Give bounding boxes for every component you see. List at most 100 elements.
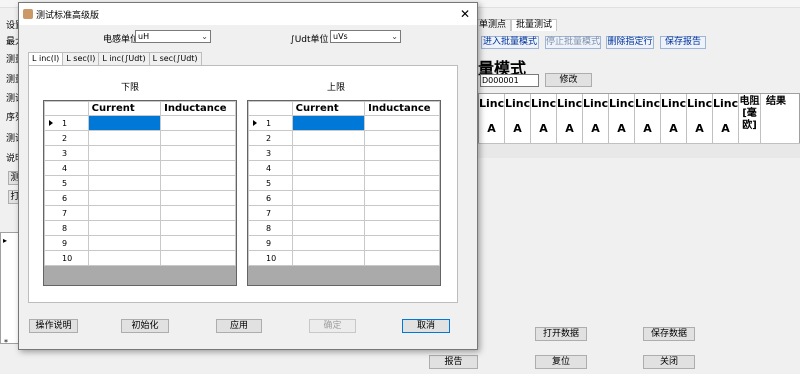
enter-batch-mode-button[interactable]: 进入批量模式 <box>481 36 539 49</box>
save-data-button[interactable]: 保存数据 <box>643 327 695 341</box>
current-cell[interactable] <box>291 190 366 206</box>
apply-button[interactable]: 应用 <box>216 319 262 333</box>
row-header[interactable]: 1 <box>44 115 89 131</box>
inductance-cell[interactable] <box>160 175 236 191</box>
column-header-inductance: Inductance <box>364 101 440 116</box>
reset-button[interactable]: 复位 <box>535 355 587 369</box>
inductance-cell[interactable] <box>160 160 236 176</box>
current-cell[interactable] <box>291 175 366 191</box>
batch-code-input[interactable]: D000001 <box>480 74 539 87</box>
current-cell[interactable] <box>87 235 162 251</box>
integral-unit-label: ∫Udt单位 <box>290 35 329 45</box>
bg-left-grid-new-row: * <box>4 338 8 347</box>
row-header[interactable]: 10 <box>248 250 293 266</box>
app-icon <box>23 9 33 19</box>
row-header[interactable]: 7 <box>248 205 293 221</box>
tab-lsec-i[interactable]: L sec(I) <box>62 52 100 66</box>
current-cell[interactable] <box>291 160 366 176</box>
row-header[interactable]: 3 <box>44 145 89 161</box>
table-row: 7 <box>248 205 440 221</box>
cancel-button[interactable]: 取消 <box>402 319 450 333</box>
open-data-button[interactable]: 打开数据 <box>535 327 587 341</box>
save-report-button[interactable]: 保存报告 <box>660 36 706 49</box>
inductance-cell[interactable] <box>160 190 236 206</box>
inductance-cell[interactable] <box>364 220 440 236</box>
close-button[interactable]: 关闭 <box>643 355 695 369</box>
inductance-cell[interactable] <box>160 145 236 161</box>
dialog-titlebar: 测试标准高级版 ✕ <box>19 3 477 25</box>
inductance-cell[interactable] <box>160 205 236 221</box>
inductance-unit-label: 电感单位 <box>103 35 140 45</box>
tab-single-point[interactable]: 单测点 <box>474 19 512 31</box>
table-row: 6 <box>44 190 236 206</box>
inductance-cell[interactable] <box>160 115 236 131</box>
current-cell[interactable] <box>291 115 366 131</box>
current-cell[interactable] <box>87 220 162 236</box>
row-header[interactable]: 4 <box>248 160 293 176</box>
current-cell[interactable] <box>291 220 366 236</box>
inductance-unit-select[interactable]: uH ⌄ <box>135 30 211 43</box>
current-cell[interactable] <box>291 205 366 221</box>
confirm-button[interactable]: 确定 <box>309 319 356 333</box>
row-header[interactable]: 2 <box>248 130 293 146</box>
inductance-cell[interactable] <box>364 175 440 191</box>
upper-limit-title: 上限 <box>327 83 346 93</box>
inductance-cell[interactable] <box>364 190 440 206</box>
row-header[interactable]: 7 <box>44 205 89 221</box>
inductance-cell[interactable] <box>364 130 440 146</box>
row-header[interactable]: 1 <box>248 115 293 131</box>
table-row: 5 <box>44 175 236 191</box>
table-row: 9 <box>44 235 236 251</box>
curve-tabs: L inc(I) L sec(I) L inc(∫Udt) L sec(∫Udt… <box>28 52 202 67</box>
current-cell[interactable] <box>291 235 366 251</box>
current-cell[interactable] <box>87 190 162 206</box>
inductance-cell[interactable] <box>364 205 440 221</box>
row-header[interactable]: 10 <box>44 250 89 266</box>
row-header[interactable]: 6 <box>248 190 293 206</box>
row-header[interactable]: 3 <box>248 145 293 161</box>
inductance-cell[interactable] <box>160 220 236 236</box>
current-cell[interactable] <box>291 130 366 146</box>
initialize-button[interactable]: 初始化 <box>121 319 169 333</box>
current-cell[interactable] <box>291 145 366 161</box>
chevron-down-icon: ⌄ <box>201 32 208 41</box>
current-cell[interactable] <box>87 160 162 176</box>
tab-lsec-udt[interactable]: L sec(∫Udt) <box>148 52 202 66</box>
current-cell[interactable] <box>87 205 162 221</box>
integral-unit-select[interactable]: uVs ⌄ <box>330 30 401 43</box>
inductance-cell[interactable] <box>160 250 236 266</box>
current-cell[interactable] <box>87 250 162 266</box>
close-icon[interactable]: ✕ <box>457 7 473 21</box>
table-row: 10 <box>248 250 440 266</box>
inductance-cell[interactable] <box>364 160 440 176</box>
row-header[interactable]: 8 <box>248 220 293 236</box>
inductance-cell[interactable] <box>364 235 440 251</box>
row-header[interactable]: 9 <box>44 235 89 251</box>
help-button[interactable]: 操作说明 <box>29 319 78 333</box>
table-row: 2 <box>248 130 440 146</box>
report-button[interactable]: 报告 <box>429 355 478 369</box>
row-header[interactable]: 2 <box>44 130 89 146</box>
inductance-cell[interactable] <box>364 145 440 161</box>
row-header[interactable]: 9 <box>248 235 293 251</box>
inductance-cell[interactable] <box>160 130 236 146</box>
tab-linc-udt[interactable]: L inc(∫Udt) <box>98 52 150 66</box>
delete-row-button[interactable]: 删除指定行 <box>606 36 654 49</box>
row-header[interactable]: 6 <box>44 190 89 206</box>
table-row: 6 <box>248 190 440 206</box>
current-cell[interactable] <box>87 130 162 146</box>
inductance-cell[interactable] <box>364 115 440 131</box>
inductance-cell[interactable] <box>364 250 440 266</box>
modify-button[interactable]: 修改 <box>545 73 592 87</box>
current-cell[interactable] <box>291 250 366 266</box>
tab-batch-test[interactable]: 批量测试 <box>511 19 558 31</box>
row-header[interactable]: 4 <box>44 160 89 176</box>
inductance-cell[interactable] <box>160 235 236 251</box>
current-cell[interactable] <box>87 115 162 131</box>
stop-batch-mode-button[interactable]: 停止批量模式 <box>545 36 601 49</box>
current-cell[interactable] <box>87 145 162 161</box>
current-cell[interactable] <box>87 175 162 191</box>
row-header[interactable]: 5 <box>44 175 89 191</box>
row-header[interactable]: 5 <box>248 175 293 191</box>
row-header[interactable]: 8 <box>44 220 89 236</box>
